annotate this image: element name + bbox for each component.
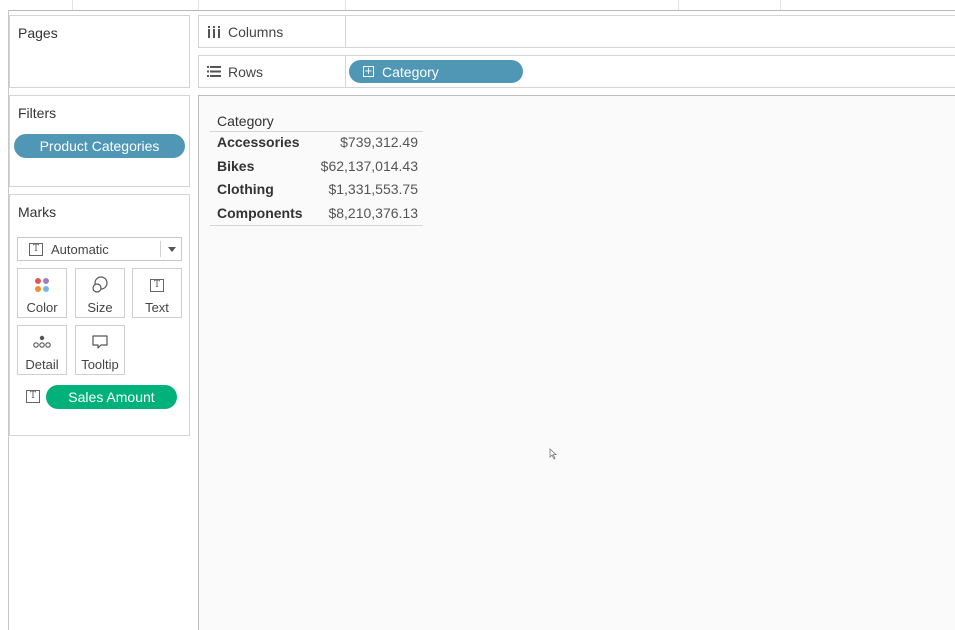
rows-shelf[interactable]: Rows + Category — [198, 55, 955, 88]
marks-card-title: Marks — [18, 204, 57, 220]
filter-pill-label: Product Categories — [39, 138, 160, 154]
chevron-down-icon[interactable] — [168, 247, 176, 252]
tooltip-button-label: Tooltip — [81, 357, 119, 372]
detail-dots-icon — [33, 333, 51, 351]
rows-icon — [206, 66, 222, 77]
top-divider — [72, 0, 73, 10]
text-mark-icon: T — [29, 242, 43, 256]
text-button[interactable]: T Text — [132, 268, 182, 318]
marks-field-label: Sales Amount — [68, 389, 155, 405]
pages-card[interactable]: Pages — [9, 15, 190, 88]
mark-type-label: Automatic — [51, 241, 109, 257]
table-row-value: $62,137,014.43 — [320, 158, 418, 174]
table-row-value: $739,312.49 — [340, 134, 418, 150]
tooltip-button[interactable]: Tooltip — [75, 325, 125, 375]
marks-field-sales-amount[interactable]: Sales Amount — [46, 385, 177, 409]
marks-card[interactable]: Marks T Automatic Color Size T Text Deta… — [9, 194, 190, 436]
table-row-category: Bikes — [217, 158, 255, 174]
color-dots-icon — [34, 276, 50, 294]
columns-icon — [206, 25, 222, 38]
color-button[interactable]: Color — [17, 268, 67, 318]
text-box-icon[interactable]: T — [26, 390, 40, 403]
table-row[interactable]: Clothing $1,331,553.75 — [217, 178, 418, 200]
table-row-category: Components — [217, 205, 303, 221]
filters-card[interactable]: Filters Product Categories — [9, 95, 190, 187]
table-header-category: Category — [217, 113, 274, 129]
size-button-label: Size — [87, 300, 113, 315]
view-canvas[interactable]: Category Accessories $739,312.49 Bikes $… — [198, 95, 955, 630]
text-box-icon: T — [150, 276, 164, 294]
detail-button[interactable]: Detail — [17, 325, 67, 375]
color-dot-red — [35, 278, 41, 284]
text-button-label: Text — [145, 300, 169, 315]
dropdown-divider — [160, 241, 161, 257]
tooltip-bubble-icon — [91, 333, 109, 351]
table-row[interactable]: Accessories $739,312.49 — [217, 131, 418, 153]
top-divider — [198, 0, 199, 10]
table-bottom-divider — [210, 225, 423, 226]
filter-pill-product-categories[interactable]: Product Categories — [14, 134, 185, 158]
color-dot-purple — [43, 278, 49, 284]
mouse-cursor-icon — [549, 448, 558, 460]
table-row[interactable]: Bikes $62,137,014.43 — [217, 155, 418, 177]
rows-pill-label: Category — [382, 63, 439, 80]
table-row-value: $1,331,553.75 — [328, 181, 418, 197]
detail-button-label: Detail — [25, 357, 59, 372]
size-circles-icon — [91, 276, 109, 294]
filters-card-title: Filters — [18, 105, 57, 121]
rows-shelf-label: Rows — [228, 63, 264, 80]
color-button-label: Color — [26, 300, 58, 315]
top-divider — [678, 0, 679, 10]
table-row-category: Clothing — [217, 181, 274, 197]
columns-shelf[interactable]: Columns — [198, 15, 955, 48]
table-row-category: Accessories — [217, 134, 300, 150]
color-dot-blue — [43, 286, 49, 292]
color-dot-orange — [35, 286, 41, 292]
columns-shelf-label: Columns — [228, 23, 284, 40]
rows-pill-category[interactable]: + Category — [349, 60, 523, 83]
top-divider — [780, 0, 781, 10]
expand-plus-icon[interactable]: + — [363, 66, 374, 77]
size-button[interactable]: Size — [75, 268, 125, 318]
columns-shelf-header: Columns — [199, 16, 346, 47]
top-divider — [345, 0, 346, 10]
rows-shelf-header: Rows — [199, 56, 346, 87]
top-border — [8, 10, 955, 11]
pages-card-title: Pages — [18, 25, 58, 41]
table-row[interactable]: Components $8,210,376.13 — [217, 202, 418, 224]
table-row-value: $8,210,376.13 — [328, 205, 418, 221]
mark-type-dropdown[interactable]: T Automatic — [17, 237, 182, 261]
